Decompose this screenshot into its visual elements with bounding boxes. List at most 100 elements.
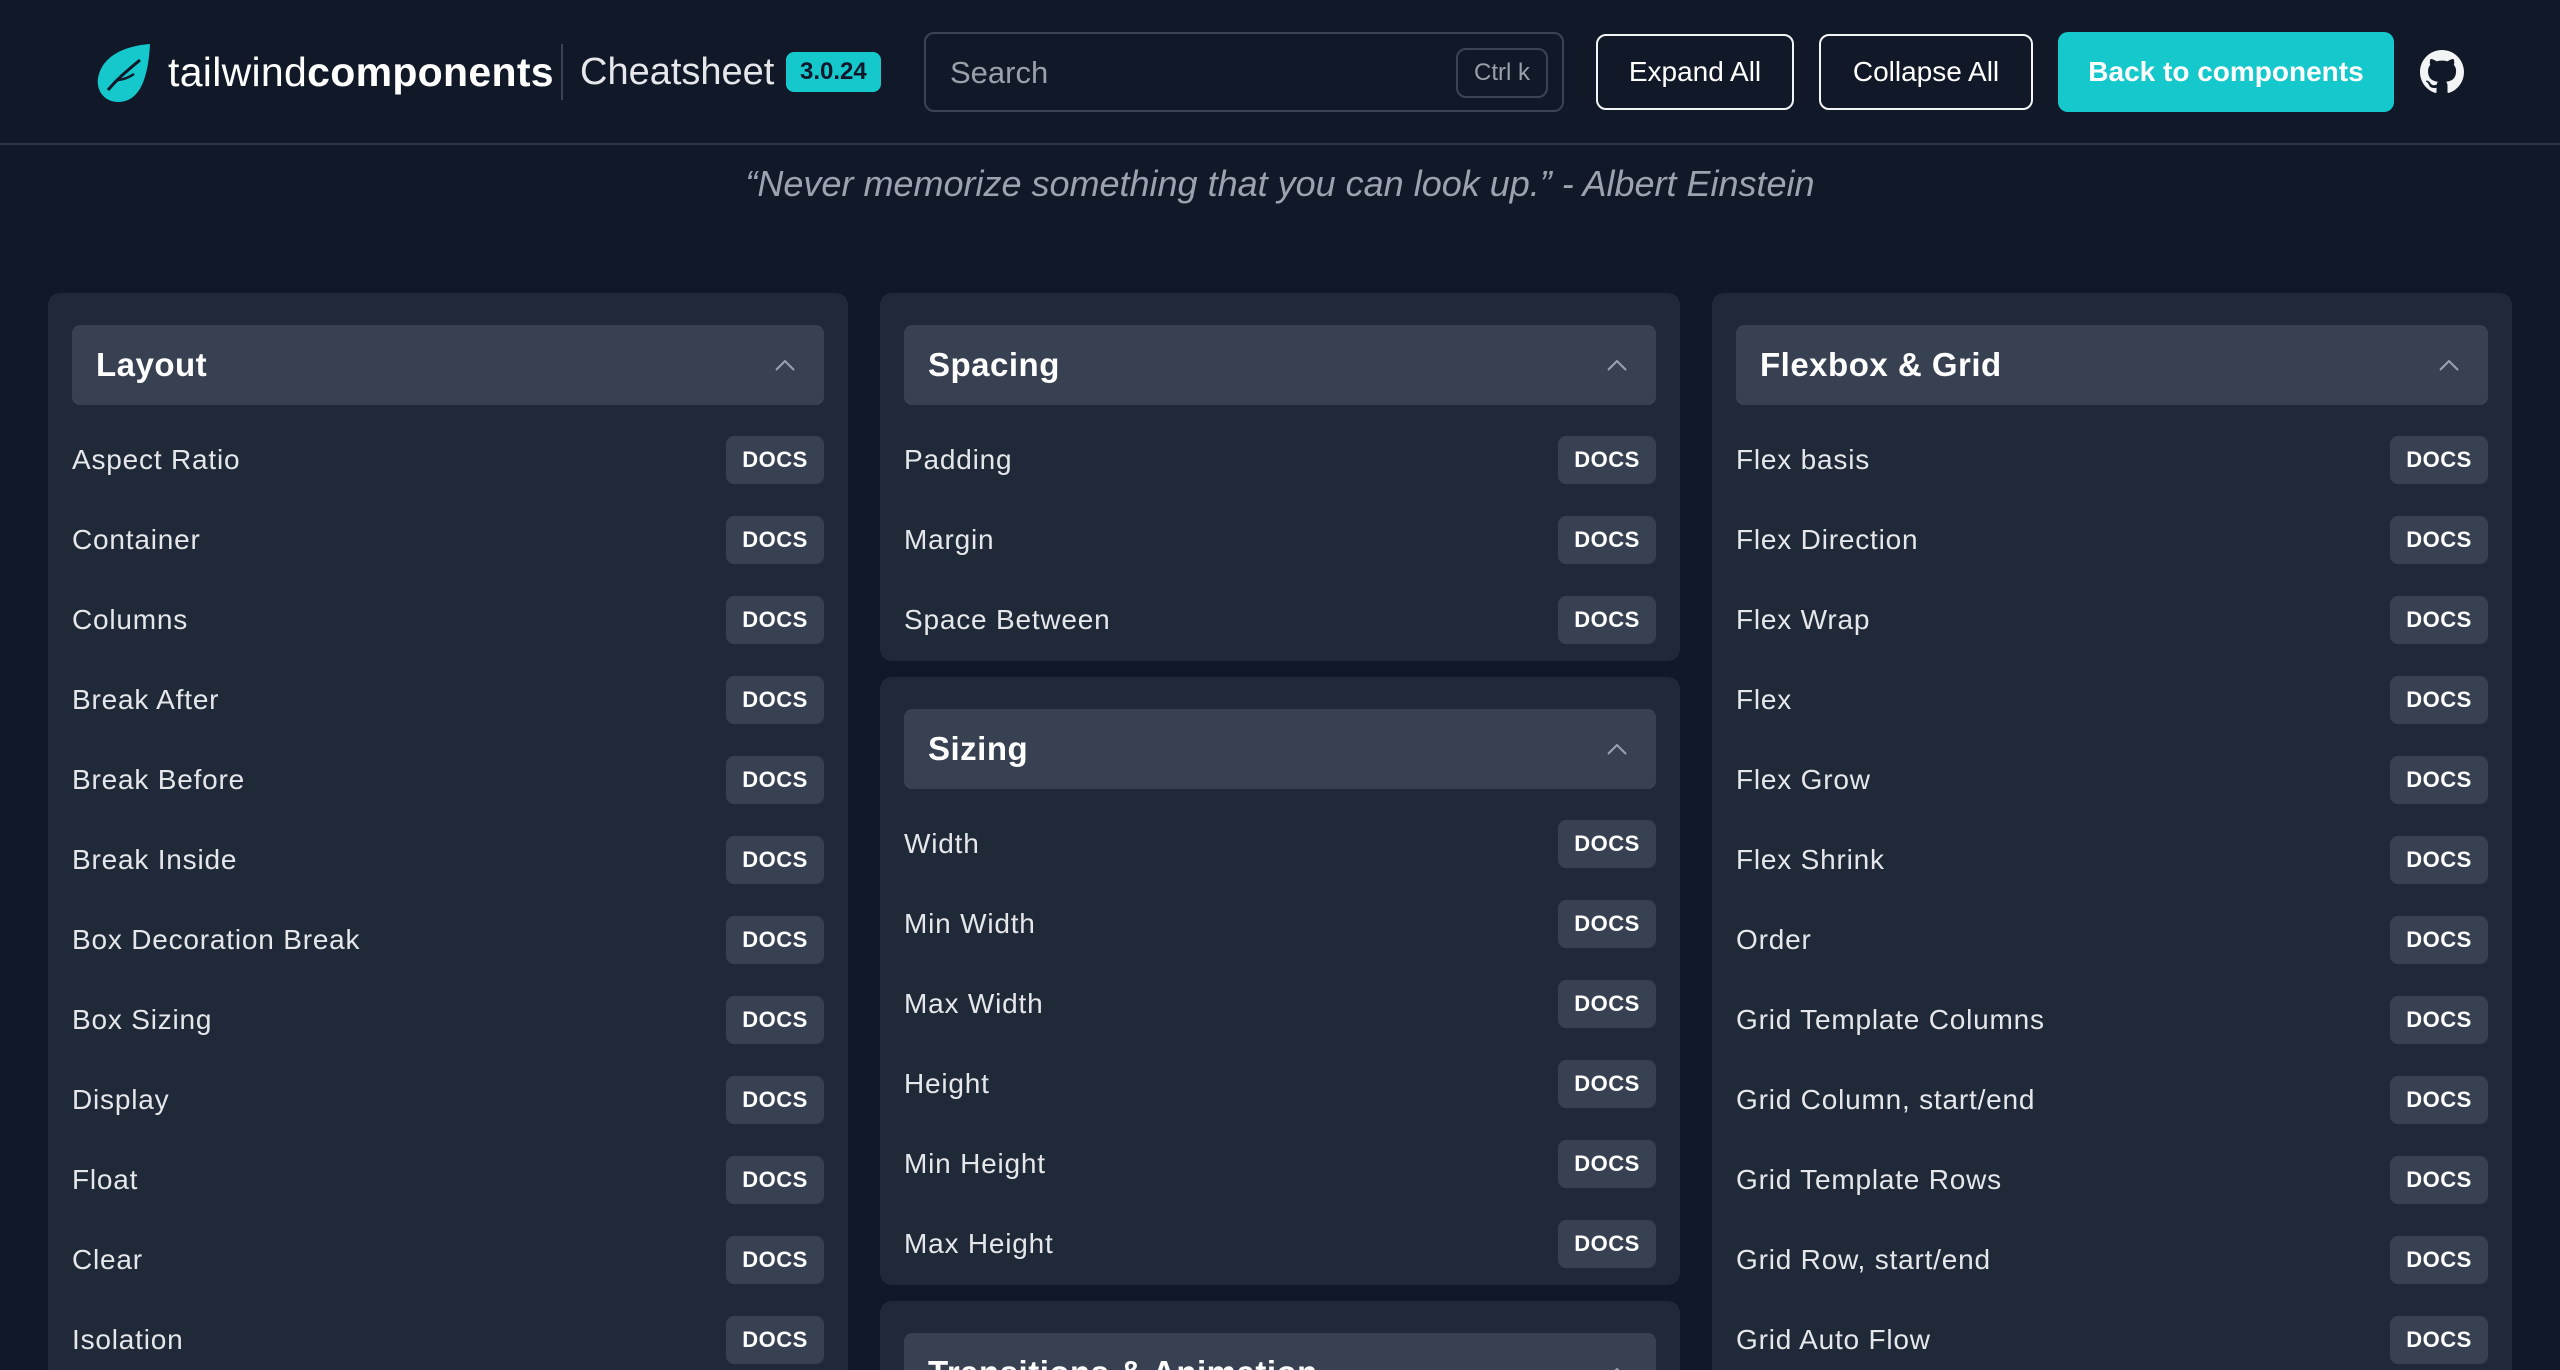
docs-button[interactable]: DOCS (2390, 436, 2488, 484)
item-label: Space Between (904, 604, 1111, 635)
item-label: Break Before (72, 764, 246, 795)
docs-button[interactable]: DOCS (726, 676, 824, 724)
section-header-transitions[interactable]: Transitions & Animation (904, 1333, 1656, 1370)
docs-button[interactable]: DOCS (1558, 436, 1656, 484)
list-item: Flex basis DOCS (1736, 420, 2488, 500)
docs-button[interactable]: DOCS (726, 1076, 824, 1124)
list-item: Flex Grow DOCS (1736, 740, 2488, 820)
section-header-layout[interactable]: Layout (72, 325, 824, 405)
docs-button[interactable]: DOCS (1558, 900, 1656, 948)
docs-button[interactable]: DOCS (2390, 1076, 2488, 1124)
section-title: Flexbox & Grid (1760, 346, 2002, 383)
section-header-flexbox-grid[interactable]: Flexbox & Grid (1736, 325, 2488, 405)
item-label: Width (904, 828, 980, 859)
item-label: Order (1736, 924, 1812, 955)
docs-button[interactable]: DOCS (726, 516, 824, 564)
list-item: Columns DOCS (72, 580, 824, 660)
docs-button[interactable]: DOCS (1558, 980, 1656, 1028)
list-item: Display DOCS (72, 1060, 824, 1140)
docs-button[interactable]: DOCS (2390, 756, 2488, 804)
docs-button[interactable]: DOCS (1558, 1060, 1656, 1108)
github-icon[interactable] (2420, 50, 2464, 94)
list-item: Isolation DOCS (72, 1300, 824, 1370)
docs-button[interactable]: DOCS (2390, 996, 2488, 1044)
docs-button[interactable]: DOCS (726, 1156, 824, 1204)
docs-button[interactable]: DOCS (1558, 516, 1656, 564)
docs-button[interactable]: DOCS (1558, 1220, 1656, 1268)
item-label: Box Sizing (72, 1004, 213, 1035)
docs-button[interactable]: DOCS (1558, 1140, 1656, 1188)
docs-button[interactable]: DOCS (726, 436, 824, 484)
item-label: Columns (72, 604, 189, 635)
list-item: Box Decoration Break DOCS (72, 900, 824, 980)
back-to-components-button[interactable]: Back to components (2058, 32, 2394, 112)
item-label: Break After (72, 684, 220, 715)
list-item: Grid Row, start/end DOCS (1736, 1220, 2488, 1300)
docs-button[interactable]: DOCS (726, 756, 824, 804)
docs-button[interactable]: DOCS (726, 1236, 824, 1284)
search-input[interactable]: Search Ctrl k (924, 32, 1564, 112)
item-label: Flex Direction (1736, 524, 1919, 555)
docs-button[interactable]: DOCS (2390, 516, 2488, 564)
version-badge: 3.0.24 (786, 52, 881, 92)
section-card-flexbox-grid: Flexbox & Grid Flex basis DOCS Flex Direc… (1712, 293, 2512, 1370)
docs-button[interactable]: DOCS (2390, 1316, 2488, 1364)
list-item: Max Width DOCS (904, 964, 1656, 1044)
list-item: Flex Wrap DOCS (1736, 580, 2488, 660)
item-label: Flex Grow (1736, 764, 1871, 795)
brand-divider (561, 44, 563, 100)
collapse-all-button[interactable]: Collapse All (1819, 34, 2033, 110)
chevron-up-icon[interactable] (2438, 355, 2460, 377)
docs-button[interactable]: DOCS (726, 596, 824, 644)
docs-button[interactable]: DOCS (1558, 596, 1656, 644)
item-label: Flex basis (1736, 444, 1871, 475)
docs-button[interactable]: DOCS (2390, 1236, 2488, 1284)
docs-button[interactable]: DOCS (2390, 1156, 2488, 1204)
list-item: Grid Template Columns DOCS (1736, 980, 2488, 1060)
docs-button[interactable]: DOCS (726, 916, 824, 964)
top-header: tailwindcomponents Cheatsheet 3.0.24 Sea… (0, 0, 2560, 145)
docs-button[interactable]: DOCS (726, 1316, 824, 1364)
section-header-spacing[interactable]: Spacing (904, 325, 1656, 405)
section-card-layout: Layout Aspect Ratio DOCS Container DOCS Co… (48, 293, 848, 1370)
docs-button[interactable]: DOCS (1558, 820, 1656, 868)
item-label: Max Width (904, 988, 1044, 1019)
tailwind-leaf-icon[interactable] (94, 42, 152, 104)
chevron-up-icon[interactable] (1606, 355, 1628, 377)
item-label: Display (72, 1084, 170, 1115)
expand-all-button[interactable]: Expand All (1596, 34, 1794, 110)
docs-button[interactable]: DOCS (2390, 596, 2488, 644)
chevron-up-icon[interactable] (774, 355, 796, 377)
docs-button[interactable]: DOCS (2390, 676, 2488, 724)
list-item: Order DOCS (1736, 900, 2488, 980)
section-header-sizing[interactable]: Sizing (904, 709, 1656, 789)
docs-button[interactable]: DOCS (2390, 836, 2488, 884)
item-label: Grid Row, start/end (1736, 1244, 1991, 1275)
list-item: Max Height DOCS (904, 1204, 1656, 1284)
list-item: Flex Shrink DOCS (1736, 820, 2488, 900)
brand-name[interactable]: tailwindcomponents (168, 47, 554, 97)
list-item: Width DOCS (904, 804, 1656, 884)
chevron-up-icon[interactable] (1606, 1363, 1628, 1370)
list-item: Margin DOCS (904, 500, 1656, 580)
list-item: Min Width DOCS (904, 884, 1656, 964)
chevron-up-icon[interactable] (1606, 739, 1628, 761)
item-label: Box Decoration Break (72, 924, 361, 955)
item-label: Grid Column, start/end (1736, 1084, 2036, 1115)
docs-button[interactable]: DOCS (2390, 916, 2488, 964)
item-label: Min Height (904, 1148, 1046, 1179)
item-label: Clear (72, 1244, 143, 1275)
item-label: Flex Shrink (1736, 844, 1885, 875)
list-item: Grid Auto Flow DOCS (1736, 1300, 2488, 1370)
list-item: Height DOCS (904, 1044, 1656, 1124)
search-placeholder: Search (950, 55, 1049, 90)
section-card-transitions: Transitions & Animation (880, 1301, 1680, 1370)
item-label: Isolation (72, 1324, 184, 1355)
docs-button[interactable]: DOCS (726, 996, 824, 1044)
item-label: Flex (1736, 684, 1793, 715)
list-item: Flex Direction DOCS (1736, 500, 2488, 580)
docs-button[interactable]: DOCS (726, 836, 824, 884)
list-item: Grid Template Rows DOCS (1736, 1140, 2488, 1220)
list-item: Float DOCS (72, 1140, 824, 1220)
search-shortcut-hint: Ctrl k (1456, 48, 1548, 98)
